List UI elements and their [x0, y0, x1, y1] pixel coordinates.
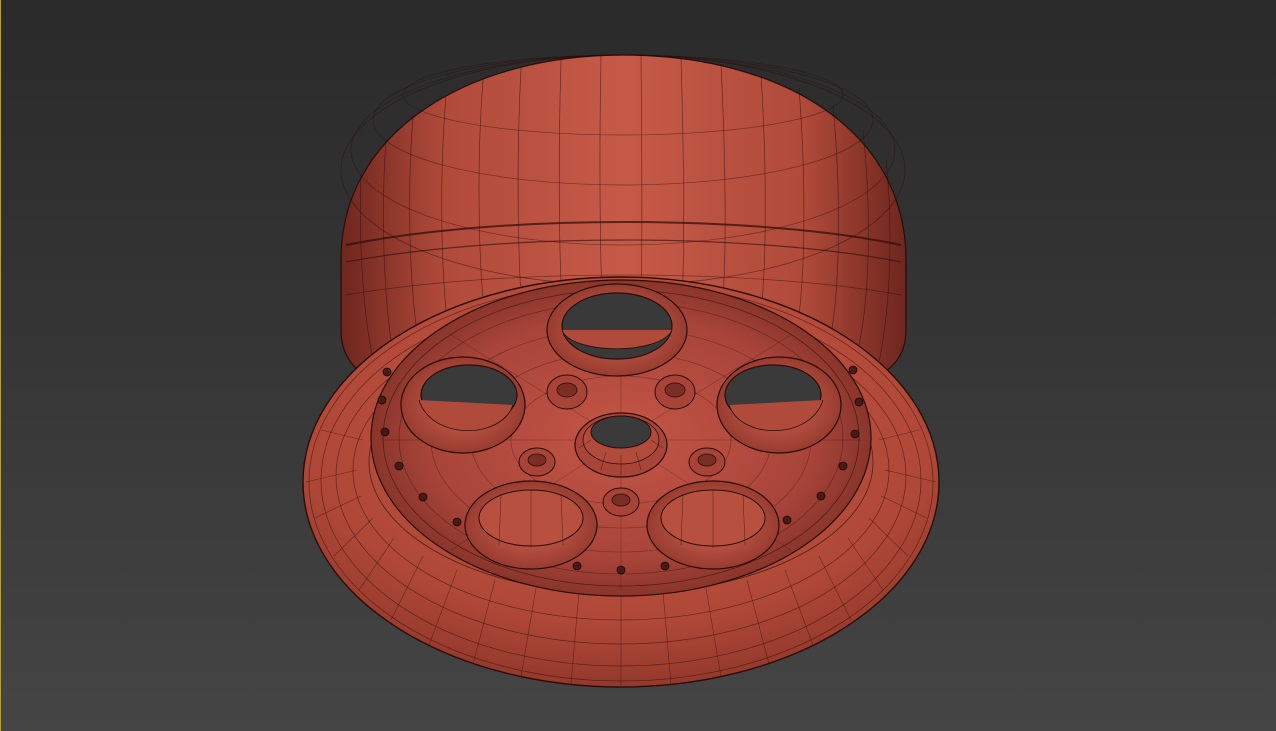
spoke-window-bottom-left[interactable]	[464, 480, 598, 570]
lug-hole-3[interactable]	[518, 447, 556, 477]
lug-hole-1[interactable]	[546, 374, 588, 410]
spoke-window-top[interactable]	[546, 283, 688, 377]
lug-hole-4[interactable]	[688, 447, 726, 477]
lug-hole-5[interactable]	[602, 487, 640, 517]
spoke-window-left[interactable]	[400, 356, 526, 454]
spoke-window-bottom-right[interactable]	[646, 480, 780, 570]
perspective-viewport[interactable]	[0, 0, 1276, 731]
center-bore[interactable]	[574, 412, 668, 478]
viewport-canvas[interactable]	[1, 0, 1276, 731]
lug-hole-2[interactable]	[654, 374, 696, 410]
spoke-window-right[interactable]	[716, 356, 842, 454]
